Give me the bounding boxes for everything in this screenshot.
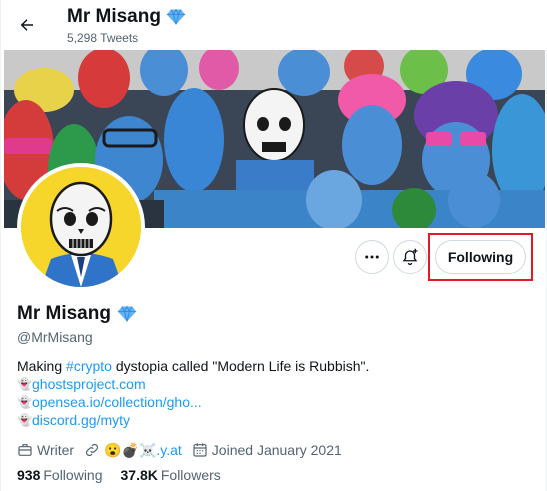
following-count: 938 [17, 467, 41, 483]
header-title: Mr Misang [67, 6, 186, 28]
profession-text: Writer [37, 442, 75, 458]
tweet-count: 5,298 Tweets [67, 31, 139, 45]
ghost-icon: 👻 [17, 413, 32, 427]
back-arrow-icon [20, 19, 33, 31]
more-dots-icon [365, 255, 379, 259]
following-label: Following [43, 467, 103, 483]
link-icon [86, 443, 99, 457]
bio-link-ghostsproject[interactable]: ghostsproject.com [32, 375, 146, 393]
bell-plus-icon [402, 248, 418, 266]
profile-name-text: Mr Misang [17, 303, 111, 324]
calendar-icon [193, 443, 207, 457]
profession-item: Writer [17, 442, 74, 458]
joined-item: Joined January 2021 [192, 442, 342, 458]
follow-counts: 938 Following 37.8K Followers [17, 467, 221, 483]
header-name: Mr Misang [67, 6, 161, 27]
website-link[interactable]: 😮💣☠️.y.at [104, 442, 182, 459]
followers-count-link[interactable]: 37.8K Followers [121, 467, 221, 483]
profile-bio: Making #crypto dystopia called "Modern L… [17, 357, 369, 429]
bio-link-line: 👻 opensea.io/collection/gho... [17, 393, 369, 411]
skull-avatar-icon [21, 167, 141, 287]
notifications-button[interactable] [393, 240, 427, 274]
briefcase-icon [18, 444, 32, 456]
ghost-icon: 👻 [17, 377, 32, 391]
bio-suffix: dystopia called "Modern Life is Rubbish"… [111, 358, 370, 374]
profile-header: Mr Misang 5,298 Tweets [1, 0, 547, 50]
following-count-link[interactable]: 938 Following [17, 467, 103, 483]
profile-page: Mr Misang 5,298 Tweets Following Mr Misa… [0, 0, 547, 491]
website-emojis: 😮💣☠️ [104, 441, 157, 458]
following-button[interactable]: Following [435, 240, 526, 274]
diamond-icon [166, 8, 186, 25]
avatar-image [21, 167, 141, 287]
profile-avatar[interactable] [17, 163, 145, 291]
more-options-button[interactable] [355, 240, 389, 274]
bio-prefix: Making [17, 358, 67, 374]
bio-link-line: 👻 ghostsproject.com [17, 375, 369, 393]
profile-meta: Writer 😮💣☠️.y.at Joined January 2021 [17, 440, 352, 460]
back-button[interactable] [11, 9, 43, 41]
website-item: 😮💣☠️.y.at [84, 442, 182, 459]
bio-link-line: 👻 discord.gg/myty [17, 411, 369, 429]
diamond-icon [117, 305, 137, 322]
profile-handle: @MrMisang [17, 329, 93, 345]
profile-name: Mr Misang [17, 303, 137, 325]
bio-link-discord[interactable]: discord.gg/myty [32, 411, 130, 429]
followers-label: Followers [160, 467, 221, 483]
ghost-icon: 👻 [17, 395, 32, 409]
bio-line: Making #crypto dystopia called "Modern L… [17, 357, 369, 375]
followers-count: 37.8K [120, 467, 158, 483]
hashtag-crypto-link[interactable]: #crypto [66, 357, 112, 375]
bio-link-opensea[interactable]: opensea.io/collection/gho... [32, 393, 202, 411]
website-text: .y.at [156, 441, 182, 458]
joined-text: Joined January 2021 [211, 442, 342, 458]
